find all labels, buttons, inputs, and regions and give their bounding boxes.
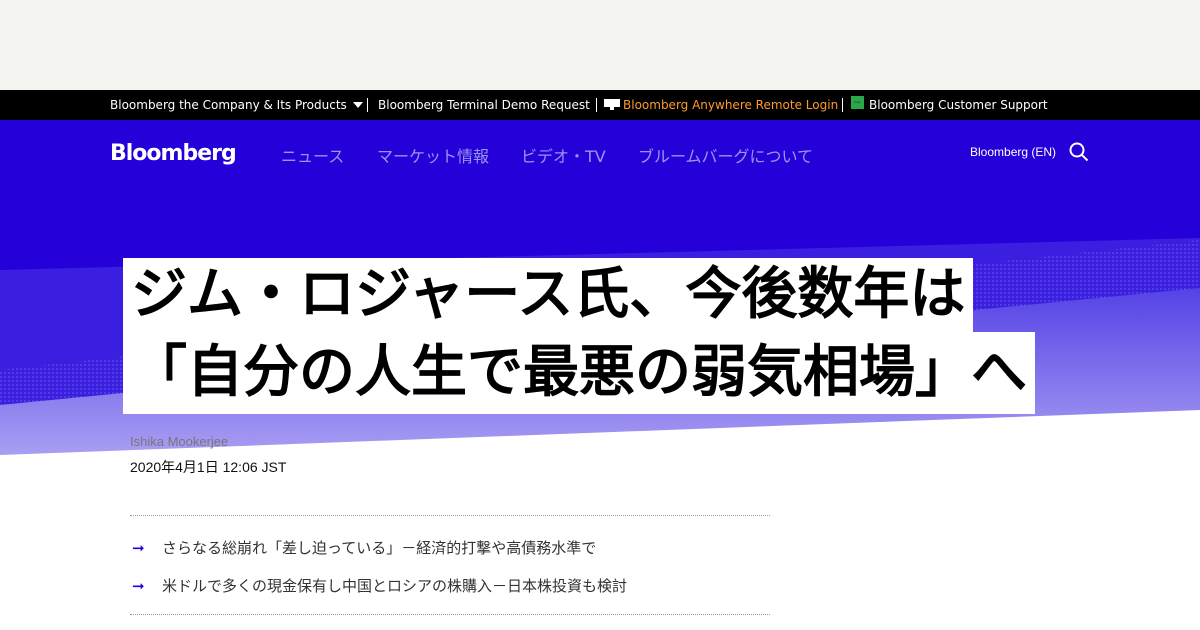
bloomberg-logo[interactable]: Bloomberg bbox=[110, 141, 237, 166]
ad-space bbox=[0, 0, 1200, 90]
author[interactable]: Ishika Mookerjee bbox=[130, 434, 228, 449]
summary-bullet-text: 米ドルで多くの現金保有し中国とロシアの株購入－日本株投資も検討 bbox=[162, 577, 628, 595]
terminal-demo-link[interactable]: Bloomberg Terminal Demo Request bbox=[378, 98, 590, 112]
company-products-label: Bloomberg the Company & Its Products bbox=[110, 98, 347, 112]
monitor-icon bbox=[604, 99, 620, 110]
top-bar-separator bbox=[596, 98, 597, 112]
search-icon[interactable] bbox=[1069, 142, 1089, 162]
company-products-menu[interactable]: Bloomberg the Company & Its Products bbox=[110, 98, 363, 112]
arrow-right-icon: ➞ bbox=[132, 539, 145, 557]
headline-line-2: 「自分の人生で最悪の弱気相場」へ bbox=[123, 332, 1035, 414]
help-icon-text: Help bbox=[854, 100, 861, 104]
top-bar: Bloomberg the Company & Its Products Blo… bbox=[0, 90, 1200, 120]
top-bar-separator bbox=[842, 98, 843, 112]
top-bar-separator bbox=[367, 98, 368, 112]
divider bbox=[130, 614, 770, 615]
summary-bullet: ➞ 米ドルで多くの現金保有し中国とロシアの株購入－日本株投資も検討 bbox=[132, 575, 627, 596]
language-switch[interactable]: Bloomberg (EN) bbox=[970, 145, 1056, 159]
nav-about[interactable]: ブルームバーグについて bbox=[638, 143, 813, 167]
summary-bullet-text: さらなる総崩れ「差し迫っている」－経済的打撃や高債務水準で bbox=[162, 539, 597, 557]
nav-video-tv[interactable]: ビデオ・TV bbox=[521, 143, 606, 167]
publish-date: 2020年4月1日 12:06 JST bbox=[130, 459, 287, 475]
arrow-right-icon: ➞ bbox=[132, 577, 145, 595]
customer-support-link[interactable]: Bloomberg Customer Support bbox=[869, 98, 1048, 112]
caret-down-icon bbox=[352, 102, 363, 108]
nav-news[interactable]: ニュース bbox=[281, 143, 344, 167]
nav-markets[interactable]: マーケット情報 bbox=[377, 143, 489, 167]
anywhere-login-link[interactable]: Bloomberg Anywhere Remote Login bbox=[623, 98, 838, 112]
headline-line-1: ジム・ロジャース氏、今後数年は bbox=[123, 258, 974, 332]
divider bbox=[130, 515, 770, 516]
help-icon: Help bbox=[851, 96, 864, 109]
summary-bullet: ➞ さらなる総崩れ「差し迫っている」－経済的打撃や高債務水準で bbox=[132, 537, 596, 558]
